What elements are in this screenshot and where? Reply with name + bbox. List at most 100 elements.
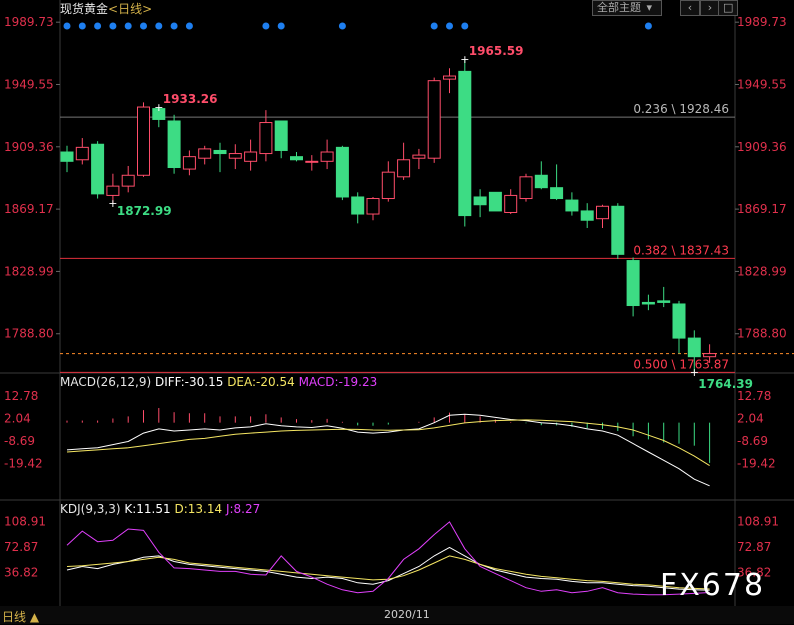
signal-dot — [63, 22, 71, 30]
signal-dot — [277, 22, 285, 30]
candle-body — [641, 301, 655, 305]
macd-tick-label-left: 2.04 — [4, 411, 31, 425]
candle-body — [121, 174, 135, 187]
high-price-label: 1965.59 — [469, 44, 524, 58]
period-bracket-open: < — [108, 2, 119, 16]
signal-dot — [185, 22, 193, 30]
kdj-legend: KDJ(9,3,3) K:11.51 D:13.14 J:8.27 — [60, 502, 260, 516]
candle-body — [320, 151, 334, 162]
candle-body — [397, 159, 411, 178]
kdj-k-value: K:11.51 — [124, 502, 171, 516]
price-tick-label-left: 1828.99 — [4, 264, 54, 278]
price-tick-label-left: 1869.17 — [4, 202, 54, 216]
period-label[interactable]: 日线 — [118, 2, 142, 16]
candle-body — [228, 153, 242, 159]
signal-dot — [124, 22, 132, 30]
candle-body — [182, 156, 196, 170]
local-high-label: 1933.26 — [163, 92, 218, 106]
macd-dea-value: DEA:-20.54 — [227, 375, 295, 389]
candle-body — [657, 300, 671, 303]
macd-diff-value: DIFF:-30.15 — [154, 375, 224, 389]
candle-body — [259, 122, 273, 155]
signal-dot — [155, 22, 163, 30]
candle-body — [687, 337, 701, 358]
theme-dropdown-label: 全部主题 — [597, 1, 641, 14]
kdj-j-value: J:8.27 — [225, 502, 261, 516]
chart-canvas: 1989.73 1949.55 1909.36 1869.17 1828.99 1788.… — [0, 0, 794, 606]
candle-body — [488, 191, 502, 212]
candle-body — [672, 303, 686, 339]
period-footer-button[interactable]: 日线 ▲ — [2, 608, 39, 625]
macd-layer: 12.78 12.78 2.04 2.04 -8.69 -8.69 -19.42 -19.42 — [4, 389, 776, 487]
kdj-title: KDJ(9,3,3) — [60, 502, 121, 516]
candle-body — [596, 205, 609, 220]
kdj-tick-label-left: 108.91 — [4, 514, 46, 528]
kdj-k-line — [66, 546, 710, 591]
candle-body — [443, 75, 456, 80]
candle-body — [534, 174, 548, 189]
price-tick-label-left: 1989.73 — [4, 15, 54, 29]
maximize-icon[interactable]: □ — [718, 0, 738, 16]
macd-dea-line — [66, 419, 710, 467]
candle-body — [335, 146, 349, 198]
price-tick-label-right: 1828.99 — [737, 264, 787, 278]
candle-body — [91, 143, 105, 195]
chevron-right-icon[interactable]: › — [700, 0, 720, 16]
candle-body — [626, 260, 640, 307]
local-low-label: 1872.99 — [117, 204, 172, 218]
price-tick-label-right: 1909.36 — [737, 140, 787, 154]
period-bracket-close: > — [142, 2, 153, 16]
macd-tick-label-left: -8.69 — [4, 434, 35, 448]
candle-body — [106, 185, 120, 196]
candle-body — [60, 151, 74, 162]
candle-body — [473, 196, 487, 206]
signal-dot — [262, 22, 270, 30]
candle-body — [550, 187, 564, 200]
signal-dot — [78, 22, 86, 30]
candle-body — [305, 160, 319, 163]
kdj-tick-label-left: 72.87 — [4, 540, 38, 554]
signal-dot — [338, 22, 346, 30]
chevron-left-icon[interactable]: ‹ — [680, 0, 700, 16]
macd-tick-label-right: -19.42 — [737, 456, 776, 470]
candle-body — [504, 194, 518, 213]
candle-body — [412, 154, 426, 159]
signal-dot — [109, 22, 117, 30]
kdj-d-value: D:13.14 — [174, 502, 223, 516]
macd-legend: MACD(26,12,9) DIFF:-30.15 DEA:-20.54 MAC… — [60, 375, 377, 389]
kdj-tick-label-right: 108.91 — [737, 514, 779, 528]
signal-dot — [446, 22, 453, 30]
macd-tick-label-right: -8.69 — [737, 434, 768, 448]
candle-body — [366, 198, 380, 215]
candle-body — [703, 353, 717, 358]
candle-body — [244, 151, 258, 162]
candle-body — [519, 176, 533, 200]
period-footer-label: 日线 — [2, 610, 27, 624]
macd-tick-label-left: -19.42 — [4, 456, 43, 470]
signal-dots-layer — [63, 22, 652, 30]
triangle-up-icon: ▲ — [29, 610, 40, 624]
price-tick-label-left: 1909.36 — [4, 140, 54, 154]
candle-body — [198, 148, 212, 159]
signal-dot — [94, 22, 102, 30]
candles-layer: +1965.59+1933.26+1872.99+1764.39 — [60, 44, 753, 391]
candle-body — [427, 80, 441, 159]
instrument-name: 现货黄金 — [60, 2, 109, 16]
chevron-down-icon: ▾ — [646, 1, 653, 14]
macd-macd-value: MACD:-19.23 — [298, 375, 378, 389]
date-axis-label: 2020/11 — [384, 608, 430, 621]
kdj-tick-label-right: 72.87 — [737, 540, 771, 554]
theme-dropdown[interactable]: 全部主题 ▾ — [592, 0, 662, 16]
candle-body — [137, 106, 150, 176]
signal-dot — [140, 22, 147, 30]
macd-title: MACD(26,12,9) — [60, 375, 152, 389]
candle-body — [611, 205, 625, 255]
header-title: 现货黄金<日线> — [60, 0, 152, 17]
watermark-logo: FX678 — [660, 568, 766, 603]
signal-dot — [461, 22, 469, 30]
price-tick-label-left: 1788.80 — [4, 327, 54, 341]
fib-level-label: 0.382 \ 1837.43 — [633, 243, 729, 257]
macd-tick-label-right: 2.04 — [737, 411, 764, 425]
candle-body — [213, 149, 227, 155]
price-tick-label-right: 1989.73 — [737, 15, 787, 29]
